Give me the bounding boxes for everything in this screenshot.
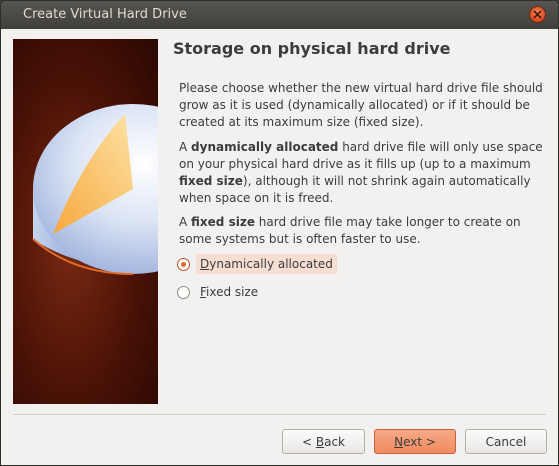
dialog-window: Create Virtual Hard Drive Storage on phy… bbox=[0, 0, 559, 466]
text-run: A bbox=[179, 140, 192, 154]
label-text: ixed size bbox=[206, 285, 259, 299]
close-button[interactable] bbox=[530, 7, 545, 22]
hard-drive-illustration bbox=[13, 39, 158, 404]
divider bbox=[13, 414, 546, 415]
next-button[interactable]: Next > bbox=[374, 429, 456, 454]
radio-label-dynamic[interactable]: Dynamically allocated bbox=[196, 254, 337, 274]
description-paragraph: Please choose whether the new virtual ha… bbox=[179, 81, 543, 129]
bold-term-fixed: fixed size bbox=[191, 215, 255, 229]
back-button[interactable]: < Back bbox=[282, 429, 365, 454]
label-text: ack bbox=[324, 435, 345, 449]
radio-label-fixed[interactable]: Fixed size bbox=[200, 282, 258, 302]
title-bar[interactable]: Create Virtual Hard Drive bbox=[1, 1, 558, 29]
dynamic-explanation: A dynamically allocated hard drive file … bbox=[179, 139, 549, 207]
mnemonic: D bbox=[200, 257, 210, 271]
mnemonic: N bbox=[394, 435, 404, 449]
close-icon bbox=[533, 10, 542, 19]
bold-term-fixed: fixed size bbox=[179, 174, 243, 188]
option-dynamically-allocated[interactable]: Dynamically allocated bbox=[177, 254, 337, 274]
label-text: ynamically allocated bbox=[209, 257, 333, 271]
radio-button-dynamic[interactable] bbox=[177, 257, 190, 271]
page-title: Storage on physical hard drive bbox=[173, 39, 451, 58]
radio-button-fixed[interactable] bbox=[177, 285, 190, 299]
window-title: Create Virtual Hard Drive bbox=[23, 7, 187, 22]
mnemonic: B bbox=[315, 435, 325, 449]
label-text: < bbox=[301, 435, 316, 449]
label-text: ext > bbox=[403, 435, 436, 449]
fixed-explanation: A fixed size hard drive file may take lo… bbox=[179, 214, 549, 248]
bold-term-dynamic: dynamically allocated bbox=[191, 140, 339, 154]
option-fixed-size[interactable]: Fixed size bbox=[177, 282, 258, 302]
cancel-button[interactable]: Cancel bbox=[465, 429, 547, 454]
text-run: A bbox=[179, 215, 192, 229]
